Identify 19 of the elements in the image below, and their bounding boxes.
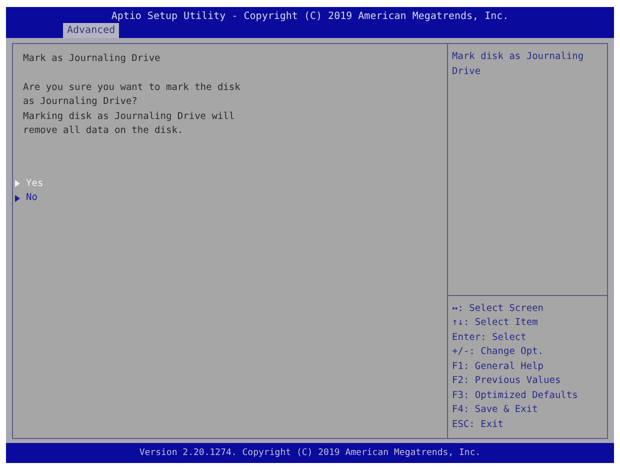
tab[interactable]: Advanced — [63, 23, 120, 38]
message-line: Marking disk as Journaling Drive will — [23, 110, 236, 124]
key-hint: +/-: Change Opt. — [452, 345, 545, 359]
message-line: remove all data on the disk. — [23, 124, 184, 138]
message-line: Are you sure you want to mark the disk — [23, 80, 242, 94]
key-hint: Enter: Select — [452, 330, 528, 344]
key-hint: F3: Optimized Defaults — [452, 388, 579, 402]
key-hint: F4: Save & Exit — [452, 403, 539, 417]
key-hint: ↑↓: Select Item — [452, 316, 539, 330]
version-text: Version 2.20.1274. Copyright (C) 2019 American Megatrends, Inc. — [139, 448, 481, 458]
dialog-heading: Mark as Journaling Drive — [23, 52, 162, 66]
key-hint: ESC: Exit — [452, 418, 504, 432]
key-hint: ↔: Select Screen — [452, 302, 545, 316]
option-item[interactable]: No — [15, 191, 437, 206]
window-title: Aptio Setup Utility - Copyright (C) 2019 American Megatrends, Inc. — [110, 10, 510, 23]
help-text: Mark disk as Journaling Drive — [452, 50, 585, 78]
message-line: as Journaling Drive? — [23, 95, 138, 109]
key-hint: F1: General Help — [452, 360, 545, 374]
key-hint: F2: Previous Values — [452, 374, 562, 388]
